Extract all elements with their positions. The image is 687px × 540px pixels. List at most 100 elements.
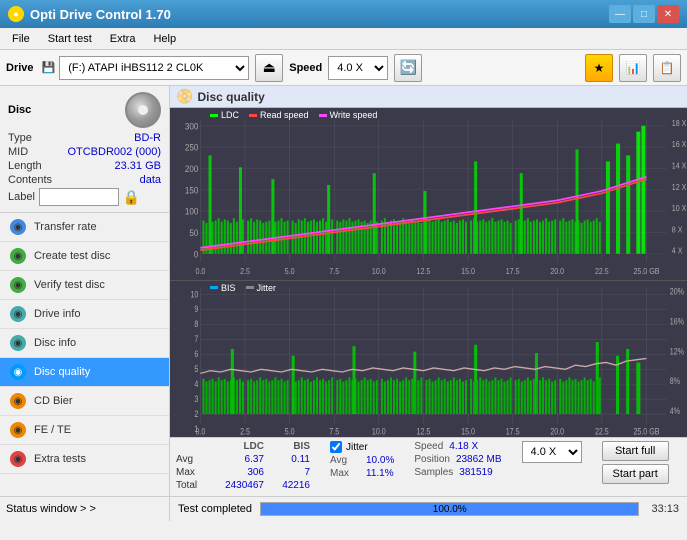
svg-text:2.5: 2.5: [240, 425, 250, 436]
svg-text:14 X: 14 X: [672, 161, 687, 171]
svg-text:15.0: 15.0: [461, 266, 475, 276]
stats-max-label: Max: [176, 467, 208, 478]
stats-header-ldc: LDC: [214, 441, 264, 452]
menu-extra[interactable]: Extra: [102, 31, 144, 47]
main-content: 📀 Disc quality LDC Read speed: [170, 86, 687, 496]
stats-max-ldc: 306: [214, 467, 264, 478]
minimize-button[interactable]: —: [609, 5, 631, 23]
sidebar-item-disc-quality[interactable]: ◉ Disc quality: [0, 358, 169, 387]
menu-help[interactable]: Help: [145, 31, 184, 47]
legend-jitter-label: Jitter: [257, 283, 277, 293]
svg-text:3: 3: [194, 393, 198, 404]
length-label: Length: [8, 160, 42, 172]
mid-value: OTCBDR002 (000): [67, 146, 161, 158]
mid-label: MID: [8, 146, 28, 158]
status-bar: Status window > > Test completed 100.0% …: [0, 496, 687, 520]
action-btn-2[interactable]: 📊: [619, 54, 647, 82]
sidebar-item-fe-te[interactable]: ◉ FE / TE: [0, 416, 169, 445]
position-key-label: Position: [414, 454, 450, 465]
start-full-button[interactable]: Start full: [602, 441, 669, 461]
disc-panel-title: Disc: [8, 104, 31, 116]
transfer-rate-icon: ◉: [10, 219, 26, 235]
svg-text:7: 7: [194, 333, 198, 344]
extra-tests-icon: ◉: [10, 451, 26, 467]
start-part-button[interactable]: Start part: [602, 464, 669, 484]
status-text-area: Test completed 100.0% 33:13: [170, 502, 687, 516]
svg-text:18 X: 18 X: [672, 118, 687, 128]
type-label: Type: [8, 132, 32, 144]
legend-read-label: Read speed: [260, 110, 309, 120]
sidebar-item-transfer-rate[interactable]: ◉ Transfer rate: [0, 213, 169, 242]
drive-info-icon: ◉: [10, 306, 26, 322]
speed-select-area: 4.0 X 1.0 X 2.0 X: [522, 441, 582, 463]
transfer-rate-label: Transfer rate: [34, 221, 97, 233]
maximize-button[interactable]: □: [633, 5, 655, 23]
verify-test-icon: ◉: [10, 277, 26, 293]
svg-text:16 X: 16 X: [672, 140, 687, 150]
disc-label-input[interactable]: [39, 188, 119, 206]
stats-total-ldc: 2430467: [214, 480, 264, 491]
jitter-checkbox[interactable]: [330, 441, 342, 453]
sidebar-item-extra-tests[interactable]: ◉ Extra tests: [0, 445, 169, 474]
toolbar: Drive 💾 (F:) ATAPI iHBS112 2 CL0K ⏏ Spee…: [0, 50, 687, 86]
close-button[interactable]: ✕: [657, 5, 679, 23]
stats-header-bis: BIS: [270, 441, 310, 452]
bottom-chart-svg: 10 9 8 7 6 5 4 3 2 1: [170, 281, 687, 437]
status-window-label: Status window > >: [6, 503, 96, 515]
svg-text:5: 5: [194, 363, 198, 374]
speed-select[interactable]: 4.0 X 1.0 X 2.0 X 6.0 X 8.0 X: [328, 56, 388, 80]
stats-table: LDC BIS Avg 6.37 0.11 Max 306 7 Total 24…: [176, 441, 310, 493]
sidebar-item-drive-info[interactable]: ◉ Drive info: [0, 300, 169, 329]
action-btn-1[interactable]: ★: [585, 54, 613, 82]
svg-text:4 X: 4 X: [672, 246, 683, 256]
stats-avg-bis: 0.11: [270, 454, 310, 465]
svg-text:20%: 20%: [670, 285, 685, 296]
speed-key-label: Speed: [414, 441, 443, 452]
menu-bar: File Start test Extra Help: [0, 28, 687, 50]
progress-text: 100.0%: [261, 504, 638, 515]
eject-button[interactable]: ⏏: [255, 54, 283, 82]
svg-text:6: 6: [194, 348, 198, 359]
cd-bier-label: CD Bier: [34, 395, 73, 407]
svg-text:300: 300: [185, 121, 199, 132]
disc-info-icon: ◉: [10, 335, 26, 351]
app-title: Opti Drive Control 1.70: [30, 7, 171, 22]
action-btn-3[interactable]: 📋: [653, 54, 681, 82]
drive-icon: 💾: [42, 61, 56, 74]
refresh-button[interactable]: 🔄: [394, 54, 422, 82]
top-chart-svg: 300 250 200 150 100 50 0: [170, 108, 687, 280]
contents-label: Contents: [8, 174, 52, 186]
fe-te-icon: ◉: [10, 422, 26, 438]
svg-text:7.5: 7.5: [329, 266, 339, 276]
stats-max-bis: 7: [270, 467, 310, 478]
sidebar-item-cd-bier[interactable]: ◉ CD Bier: [0, 387, 169, 416]
svg-text:10 X: 10 X: [672, 204, 687, 214]
sidebar-item-disc-info[interactable]: ◉ Disc info: [0, 329, 169, 358]
menu-file[interactable]: File: [4, 31, 38, 47]
time-text: 33:13: [651, 503, 679, 515]
drive-info-label: Drive info: [34, 308, 80, 320]
lock-icon[interactable]: 🔒: [123, 189, 140, 206]
bottom-chart-legend: BIS Jitter: [210, 283, 276, 293]
svg-text:50: 50: [189, 227, 198, 238]
svg-text:17.5: 17.5: [506, 425, 520, 436]
sidebar: Disc Type BD-R MID OTCBDR002 (000) Lengt…: [0, 86, 170, 496]
legend-write-dot: [319, 114, 327, 117]
legend-ldc-dot: [210, 114, 218, 117]
sidebar-item-create-test-disc[interactable]: ◉ Create test disc: [0, 242, 169, 271]
jitter-avg-label: Avg: [330, 455, 362, 466]
extra-tests-label: Extra tests: [34, 453, 86, 465]
drive-label: Drive: [6, 62, 34, 74]
create-test-label: Create test disc: [34, 250, 110, 262]
cd-bier-icon: ◉: [10, 393, 26, 409]
status-window-button[interactable]: Status window > >: [0, 497, 170, 521]
status-text: Test completed: [178, 503, 252, 515]
svg-text:5.0: 5.0: [285, 266, 295, 276]
menu-start-test[interactable]: Start test: [40, 31, 100, 47]
disc-quality-header-icon: 📀: [176, 88, 193, 105]
stats-speed-select[interactable]: 4.0 X 1.0 X 2.0 X: [522, 441, 582, 463]
drive-select[interactable]: (F:) ATAPI iHBS112 2 CL0K: [59, 56, 249, 80]
svg-text:0.0: 0.0: [195, 425, 205, 436]
sidebar-item-verify-test-disc[interactable]: ◉ Verify test disc: [0, 271, 169, 300]
speed-val-display: 4.18 X: [449, 441, 478, 452]
